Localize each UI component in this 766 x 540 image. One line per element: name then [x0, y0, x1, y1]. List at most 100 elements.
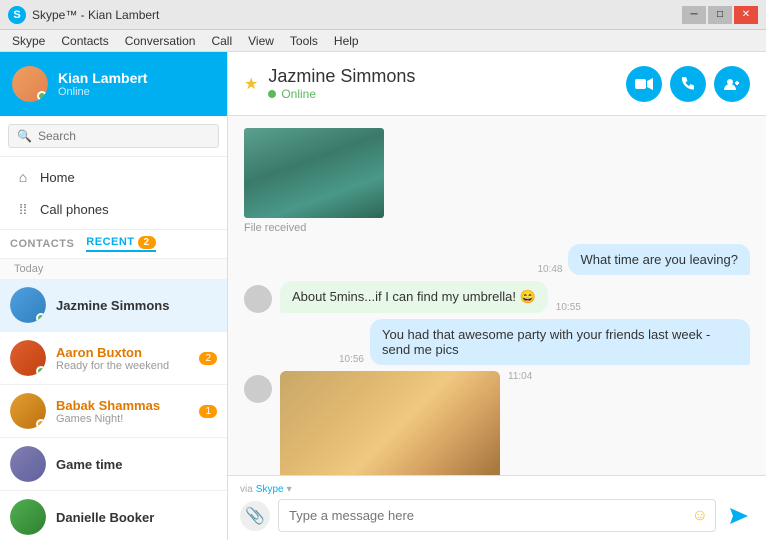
nav-home-label: Home: [40, 170, 75, 185]
chat-header: ★ Jazmine Simmons Online: [228, 52, 766, 116]
status-away-indicator: [36, 419, 46, 429]
send-button[interactable]: [724, 501, 754, 531]
skype-logo-icon: S: [8, 6, 26, 24]
contact-avatar-jazmine: [10, 287, 46, 323]
sidebar: Kian Lambert Online 🔍 ⌂ Home ⁞⁞ Call pho…: [0, 52, 228, 540]
dropdown-arrow-icon: ▾: [287, 484, 292, 495]
titlebar: S Skype™ - Kian Lambert ─ □ ✕: [0, 0, 766, 30]
contact-item-game[interactable]: Game time: [0, 438, 227, 491]
via-skype-label: via Skype ▾: [240, 484, 754, 495]
input-row: 📎 ☺: [240, 499, 754, 532]
profile-name: Kian Lambert: [58, 70, 147, 86]
input-area: via Skype ▾ 📎 ☺: [228, 475, 766, 540]
contact-subtext-aaron: Ready for the weekend: [56, 360, 189, 372]
message-out-3: 10:56 You had that awesome party with yo…: [244, 319, 750, 365]
img-msg-content: Files received SHOW IN FOLDER: [280, 371, 500, 475]
attach-button[interactable]: 📎: [240, 501, 270, 531]
received-photo: [280, 371, 500, 475]
emoji-button[interactable]: ☺: [692, 507, 708, 525]
search-bar: 🔍: [0, 116, 227, 157]
contact-item-jazmine[interactable]: Jazmine Simmons: [0, 279, 227, 332]
close-button[interactable]: ✕: [734, 6, 758, 24]
chat-area: ★ Jazmine Simmons Online: [228, 52, 766, 540]
menubar: SkypeContactsConversationCallViewToolsHe…: [0, 30, 766, 52]
video-call-button[interactable]: [626, 66, 662, 102]
contact-avatar-danielle: [10, 499, 46, 535]
profile-area[interactable]: Kian Lambert Online: [0, 52, 227, 116]
contact-info-babak: Babak Shammas Games Night!: [56, 398, 189, 425]
online-indicator: [37, 91, 47, 101]
menu-item-tools[interactable]: Tools: [282, 30, 326, 52]
contact-item-aaron[interactable]: Aaron Buxton Ready for the weekend 2: [0, 332, 227, 385]
date-header: Today: [0, 259, 227, 279]
unread-badge-aaron: 2: [199, 352, 217, 365]
message-img-4: Files received SHOW IN FOLDER 11:04: [244, 371, 750, 475]
menu-item-skype[interactable]: Skype: [4, 30, 53, 52]
contact-name-jazmine: Jazmine Simmons: [56, 298, 217, 313]
message-bubble-3: You had that awesome party with your fri…: [370, 319, 750, 365]
menu-item-conversation[interactable]: Conversation: [117, 30, 204, 52]
nav-call-phones[interactable]: ⁞⁞ Call phones: [0, 193, 227, 225]
contact-item-babak[interactable]: Babak Shammas Games Night! 1: [0, 385, 227, 438]
contact-avatar-game: [10, 446, 46, 482]
message-time-3: 10:56: [339, 354, 364, 365]
message-time-4: 11:04: [508, 371, 532, 382]
menu-item-call[interactable]: Call: [203, 30, 240, 52]
recent-badge: 2: [138, 236, 156, 249]
message-time-2: 10:55: [556, 302, 581, 313]
contact-avatar-aaron: [10, 340, 46, 376]
contact-name-danielle: Danielle Booker: [56, 510, 217, 525]
message-bubble-1: What time are you leaving?: [568, 244, 750, 275]
tab-contacts[interactable]: CONTACTS: [10, 238, 74, 250]
maximize-button[interactable]: □: [708, 6, 732, 24]
menu-item-contacts[interactable]: Contacts: [53, 30, 116, 52]
messages-container: File received 10:48 What time are you le…: [228, 116, 766, 475]
nav-items: ⌂ Home ⁞⁞ Call phones: [0, 157, 227, 230]
contact-name-game: Game time: [56, 457, 217, 472]
avatar: [12, 66, 48, 102]
incoming-avatar-2: [244, 285, 272, 313]
profile-status: Online: [58, 86, 147, 98]
chat-contact-name: Jazmine Simmons: [268, 66, 415, 87]
contact-name-aaron: Aaron Buxton: [56, 345, 189, 360]
contact-info-aaron: Aaron Buxton Ready for the weekend: [56, 345, 189, 372]
skype-link[interactable]: Skype: [256, 484, 284, 495]
contact-info-jazmine: Jazmine Simmons: [56, 298, 217, 313]
nav-home[interactable]: ⌂ Home: [0, 161, 227, 193]
window-title: Skype™ - Kian Lambert: [32, 8, 159, 22]
add-contact-button[interactable]: [714, 66, 750, 102]
minimize-button[interactable]: ─: [682, 6, 706, 24]
contact-avatar-babak: [10, 393, 46, 429]
file-received-area: File received: [244, 128, 750, 234]
contact-item-danielle[interactable]: Danielle Booker: [0, 491, 227, 540]
nav-call-label: Call phones: [40, 202, 109, 217]
unread-badge-babak: 1: [199, 405, 217, 418]
contact-list: Today Jazmine Simmons Aaron Buxton: [0, 259, 227, 540]
file-received-label: File received: [244, 222, 306, 234]
home-icon: ⌂: [14, 168, 32, 186]
chat-online-status: Online: [268, 87, 415, 101]
phone-icon: ⁞⁞: [14, 200, 32, 218]
menu-item-help[interactable]: Help: [326, 30, 367, 52]
search-input[interactable]: [38, 129, 210, 143]
contact-name-babak: Babak Shammas: [56, 398, 189, 413]
received-photo-inner: [280, 371, 500, 475]
header-actions: [626, 66, 750, 102]
contact-info-danielle: Danielle Booker: [56, 510, 217, 525]
contacts-tabs: CONTACTS RECENT2: [0, 230, 227, 259]
received-image: [244, 128, 384, 218]
menu-item-view[interactable]: View: [240, 30, 282, 52]
message-out-1: 10:48 What time are you leaving?: [244, 244, 750, 275]
contact-subtext-babak: Games Night!: [56, 413, 189, 425]
contact-info-game: Game time: [56, 457, 217, 472]
message-time-1: 10:48: [537, 264, 562, 275]
search-icon: 🔍: [17, 129, 32, 143]
tab-recent[interactable]: RECENT2: [86, 236, 155, 252]
incoming-avatar-4: [244, 375, 272, 403]
status-online-indicator: [36, 313, 46, 323]
message-in-2: About 5mins...if I can find my umbrella!…: [244, 281, 750, 313]
chat-online-dot: [268, 90, 276, 98]
message-input[interactable]: [278, 499, 716, 532]
voice-call-button[interactable]: [670, 66, 706, 102]
message-input-wrapper: ☺: [278, 499, 716, 532]
